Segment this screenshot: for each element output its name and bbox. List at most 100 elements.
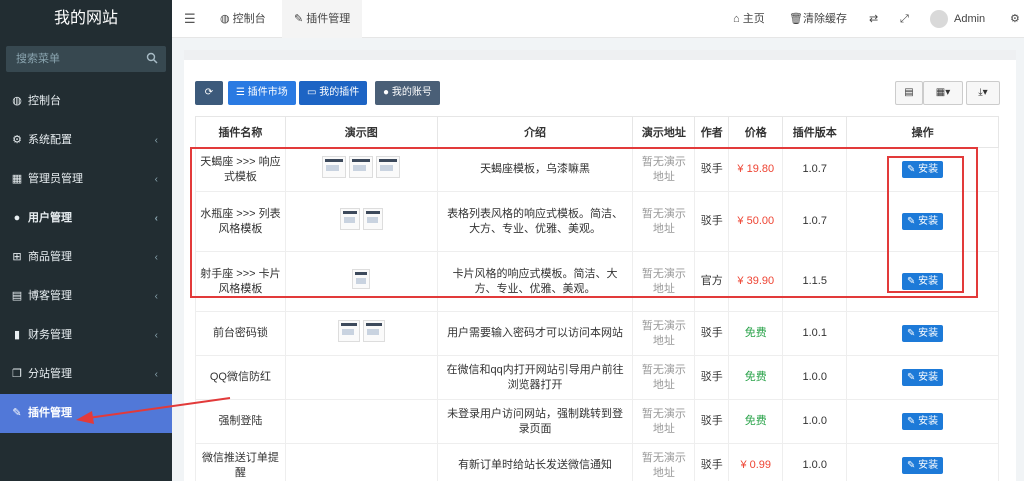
user-menu[interactable]: Admin — [930, 0, 985, 38]
wrench-icon: ✎ — [907, 276, 916, 287]
cart-icon: ⊞ — [12, 251, 22, 263]
sidebar-item-system-config[interactable]: ⚙ 系统配置 ‹ — [0, 121, 172, 160]
sidebar-item-label: 管理员管理 — [28, 173, 83, 185]
install-button[interactable]: ✎ 安装 — [902, 273, 944, 290]
search-icon[interactable] — [146, 52, 158, 64]
window-restore-icon: ❐ — [12, 368, 22, 380]
column-header[interactable]: 介绍 — [436, 116, 634, 148]
screenshot-thumbnail[interactable] — [322, 156, 347, 178]
export-icon: ⤓▾ — [978, 87, 988, 98]
columns-dropdown[interactable]: ▦▾ — [923, 81, 963, 105]
plugin-version: 1.0.1 — [782, 311, 848, 356]
plugin-author: 驳手 — [694, 443, 730, 481]
plugin-name: 水瓶座 >>> 列表风格模板 — [195, 191, 286, 252]
action-cell: ✎ 安装 — [846, 147, 999, 192]
table-row: 水瓶座 >>> 列表风格模板 表格列表风格的响应式模板。简洁、大方、专业、优雅、… — [195, 191, 999, 252]
panel-header-bar — [184, 50, 1016, 60]
install-button[interactable]: ✎ 安装 — [902, 369, 944, 386]
plugin-price: ¥ 19.80 — [728, 147, 784, 192]
tab-dashboard[interactable]: ◍ 控制台 — [208, 0, 278, 38]
screenshot-thumbnail[interactable] — [339, 208, 360, 230]
screenshot-thumbnail[interactable] — [362, 320, 385, 342]
demo-address: 暂无演示地址 — [632, 251, 696, 312]
screenshot-thumbnail[interactable] — [362, 208, 383, 230]
refresh-button[interactable]: ⟳ — [195, 81, 223, 105]
table-row: 微信推送订单提醒 有新订单时给站长发送微信通知 暂无演示地址 驳手 ¥ 0.99… — [195, 443, 999, 481]
demo-address: 暂无演示地址 — [632, 311, 696, 356]
plugin-name: 前台密码锁 — [195, 311, 286, 356]
plugin-author: 驳手 — [694, 399, 730, 444]
install-label: 安装 — [918, 164, 939, 175]
dashboard-icon: ◍ — [12, 95, 22, 107]
table-row: 天蝎座 >>> 响应式模板 天蝎座模板，乌漆嘛黑 暂无演示地址 驳手 ¥ 19.… — [195, 147, 999, 192]
table-icon: ▤ — [904, 87, 914, 98]
sidebar-item-users[interactable]: ● 用户管理 ‹ — [0, 199, 172, 238]
wrench-icon: ✎ — [907, 328, 916, 339]
clear-cache-link[interactable]: 🗑清除缓存 — [789, 0, 847, 38]
translate-icon[interactable]: ⇄ — [869, 0, 878, 38]
install-label: 安装 — [918, 416, 939, 427]
book-icon: ▤ — [11, 290, 23, 302]
install-button[interactable]: ✎ 安装 — [902, 213, 944, 230]
chevron-left-icon: ‹ — [154, 369, 158, 380]
bookmark-icon: ▮ — [13, 329, 21, 341]
sidebar-item-label: 插件管理 — [28, 407, 72, 419]
trash-icon: 🗑 — [789, 13, 803, 25]
my-account-button[interactable]: ● 我的账号 — [375, 81, 440, 105]
install-button[interactable]: ✎ 安装 — [902, 161, 944, 178]
demo-images — [284, 443, 438, 481]
sidebar-item-finance[interactable]: ▮ 财务管理 ‹ — [0, 316, 172, 355]
fullscreen-icon[interactable]: ⤢ — [900, 0, 909, 38]
sidebar-search — [6, 46, 166, 72]
plugin-market-button[interactable]: ☰ 插件市场 — [228, 81, 296, 105]
brand-title: 我的网站 — [0, 0, 172, 38]
table-row: 前台密码锁 用户需要输入密码才可以访问本网站 暂无演示地址 驳手 免费 1.0.… — [195, 311, 999, 356]
screenshot-thumbnail[interactable] — [337, 320, 360, 342]
sidebar-item-plugins[interactable]: ✎ 插件管理 — [0, 394, 172, 433]
screenshot-thumbnail[interactable] — [349, 156, 374, 178]
sidebar-item-goods[interactable]: ⊞ 商品管理 ‹ — [0, 238, 172, 277]
column-header[interactable]: 操作 — [846, 116, 999, 148]
plugin-name: 射手座 >>> 卡片风格模板 — [195, 251, 286, 312]
plugin-intro: 天蝎座模板，乌漆嘛黑 — [436, 147, 634, 192]
demo-images — [284, 355, 438, 400]
my-plugins-button[interactable]: ▭ 我的插件 — [299, 81, 368, 105]
plugin-author: 驳手 — [694, 191, 730, 252]
column-header[interactable]: 演示地址 — [632, 116, 696, 148]
column-header[interactable]: 价格 — [728, 116, 784, 148]
list-icon: ☰ — [236, 87, 245, 98]
table-row: QQ微信防红 在微信和qq内打开网站引导用户前往浏览器打开 暂无演示地址 驳手 … — [195, 355, 999, 400]
top-header: ☰ ◍ 控制台 ✎ 插件管理 ⌂ 主页 🗑清除缓存 ⇄ ⤢ Admin ⚙ — [172, 0, 1024, 38]
column-header[interactable]: 插件名称 — [195, 116, 286, 148]
dashboard-icon: ◍ — [220, 13, 230, 25]
install-label: 安装 — [918, 460, 939, 471]
install-button[interactable]: ✎ 安装 — [902, 457, 944, 474]
settings-gear-icon[interactable]: ⚙ — [1010, 0, 1020, 38]
export-dropdown[interactable]: ⤓▾ — [966, 81, 1000, 105]
plugin-price: ¥ 0.99 — [728, 443, 784, 481]
sidebar-item-dashboard[interactable]: ◍ 控制台 — [0, 82, 172, 121]
column-header[interactable]: 插件版本 — [782, 116, 848, 148]
search-input[interactable] — [6, 46, 166, 72]
column-header[interactable]: 作者 — [694, 116, 730, 148]
sidebar-item-admin[interactable]: ▦ 管理员管理 ‹ — [0, 160, 172, 199]
plugin-intro: 卡片风格的响应式模板。简洁、大方、专业、优雅、美观。 — [436, 251, 634, 312]
demo-address: 暂无演示地址 — [632, 147, 696, 192]
tab-plugins[interactable]: ✎ 插件管理 — [282, 0, 363, 38]
screenshot-thumbnail[interactable] — [376, 156, 401, 178]
plugin-name: 微信推送订单提醒 — [195, 443, 286, 481]
menu-toggle-icon[interactable]: ☰ — [184, 11, 196, 27]
column-header[interactable]: 演示图 — [284, 116, 438, 148]
screenshot-thumbnail[interactable] — [352, 269, 371, 289]
sidebar-item-blog[interactable]: ▤ 博客管理 ‹ — [0, 277, 172, 316]
install-button[interactable]: ✎ 安装 — [902, 325, 944, 342]
sidebar-item-substation[interactable]: ❐ 分站管理 ‹ — [0, 355, 172, 394]
toggle-view-button[interactable]: ▤ — [895, 81, 923, 105]
home-link[interactable]: ⌂ 主页 — [733, 0, 765, 38]
chevron-left-icon: ‹ — [154, 291, 158, 302]
sidebar-item-label: 博客管理 — [28, 290, 72, 302]
demo-address: 暂无演示地址 — [632, 355, 696, 400]
plugin-price: 免费 — [728, 399, 784, 444]
install-button[interactable]: ✎ 安装 — [902, 413, 944, 430]
home-label: 主页 — [742, 13, 765, 25]
